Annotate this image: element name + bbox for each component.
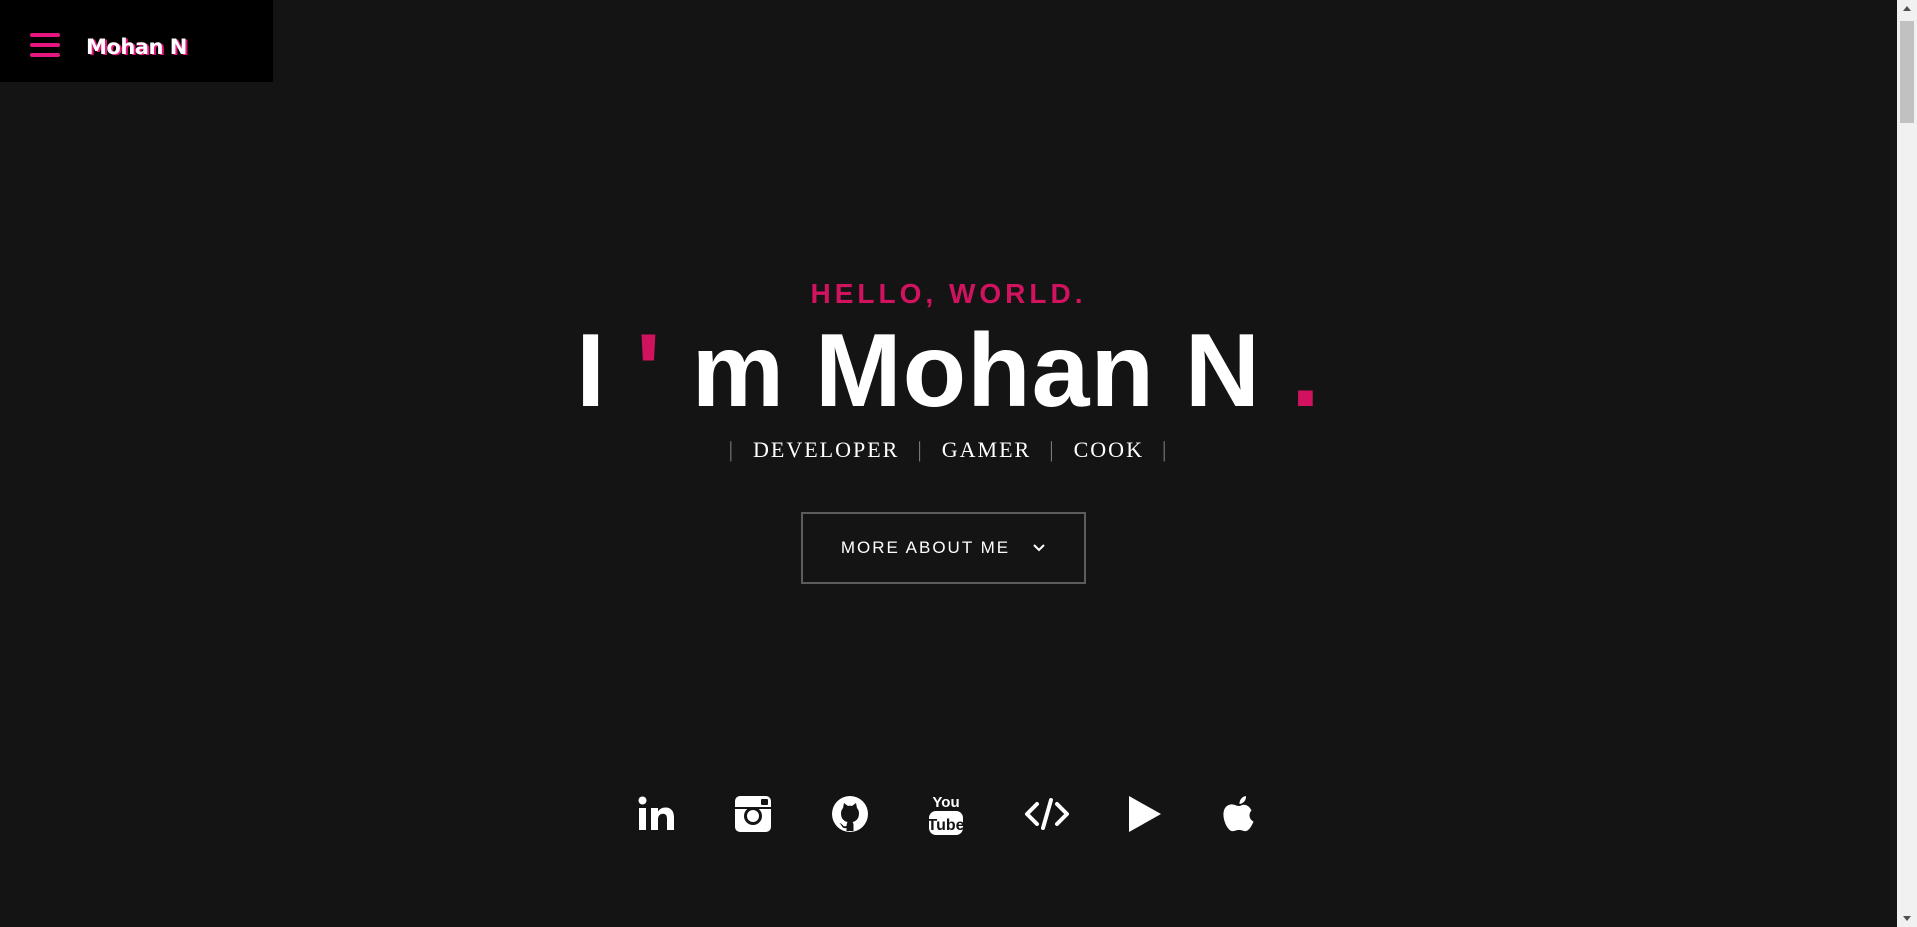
headline-apostrophe: ' xyxy=(635,313,662,429)
hero-section: HELLO, WORLD. I ' m Mohan N . | DEVELOPER… xyxy=(0,0,1897,927)
hero-roles: | DEVELOPER | GAMER | COOK | xyxy=(0,437,1897,463)
headline-i: I xyxy=(576,313,607,429)
youtube-icon[interactable]: You Tube xyxy=(922,790,970,838)
page: Mohan N HELLO, WORLD. I ' m Mohan N . | D… xyxy=(0,0,1897,927)
scroll-down-arrow-icon[interactable] xyxy=(1897,910,1917,927)
role-gamer: GAMER xyxy=(941,437,1032,462)
more-about-me-label: MORE ABOUT ME xyxy=(840,538,1011,557)
vertical-scrollbar[interactable] xyxy=(1897,0,1917,927)
svg-text:You: You xyxy=(932,794,959,811)
github-icon[interactable] xyxy=(826,790,874,838)
hero-headline: I ' m Mohan N . xyxy=(0,312,1897,430)
role-separator: | xyxy=(728,437,736,462)
role-separator: | xyxy=(917,437,924,462)
role-separator: | xyxy=(1049,437,1056,462)
social-links: You Tube xyxy=(0,790,1897,840)
play-store-icon[interactable] xyxy=(1120,790,1168,838)
apple-icon[interactable] xyxy=(1215,790,1263,838)
hero-greeting: HELLO, WORLD. xyxy=(810,278,1087,309)
role-cook: COOK xyxy=(1073,437,1144,462)
linkedin-icon[interactable] xyxy=(633,790,681,838)
scroll-up-arrow-icon[interactable] xyxy=(1897,0,1917,17)
headline-dot: . xyxy=(1290,313,1321,429)
scrollbar-thumb[interactable] xyxy=(1900,21,1914,123)
instagram-icon[interactable] xyxy=(729,790,777,838)
chevron-down-icon xyxy=(1033,544,1045,552)
code-icon[interactable] xyxy=(1023,790,1071,838)
role-developer: DEVELOPER xyxy=(753,437,900,462)
more-about-me-button[interactable]: MORE ABOUT ME xyxy=(801,512,1086,584)
svg-text:Tube: Tube xyxy=(927,817,964,834)
role-separator: | xyxy=(1161,437,1169,462)
headline-name: m Mohan N xyxy=(691,313,1262,429)
